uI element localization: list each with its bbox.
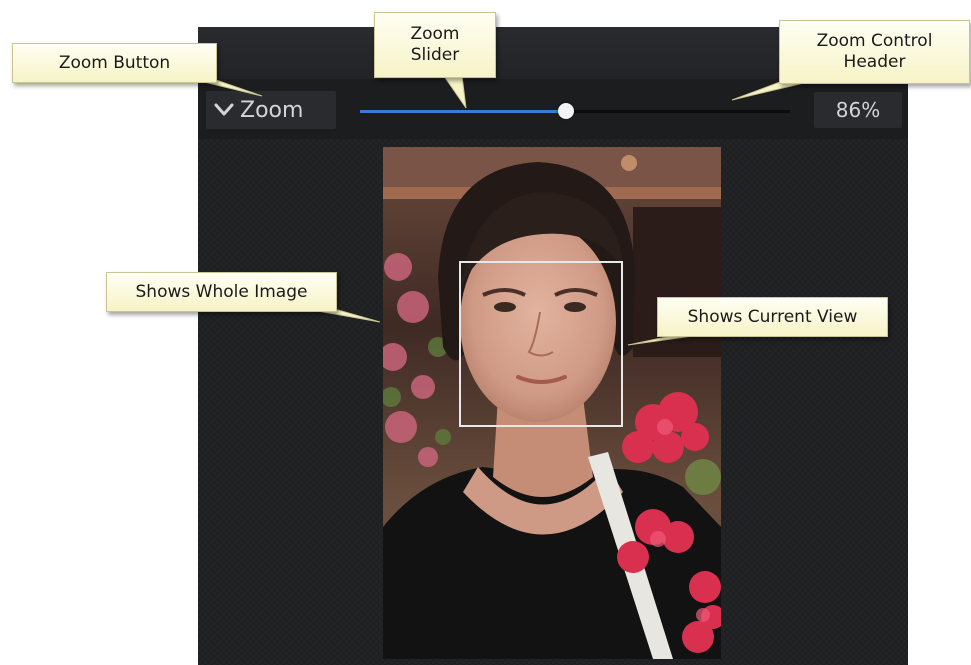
callout-shows-whole-image: Shows Whole Image [106,272,337,312]
callout-zoom-control-header: Zoom Control Header [779,20,970,84]
callout-zoom-button: Zoom Button [12,43,217,83]
callout-shows-current-view: Shows Current View [657,297,888,337]
callout-zoom-slider: Zoom Slider [374,12,496,78]
